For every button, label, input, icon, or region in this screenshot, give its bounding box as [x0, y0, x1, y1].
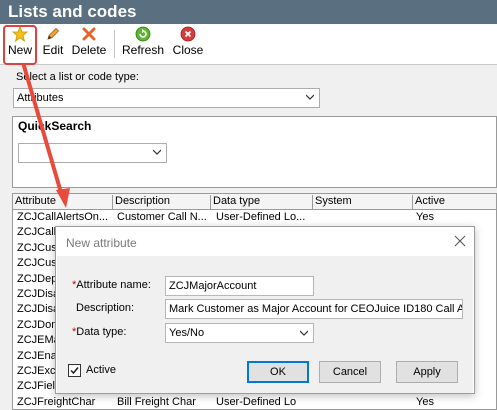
- table-cell: Bill Freight Char: [117, 395, 196, 408]
- column-header-active[interactable]: Active: [413, 195, 496, 209]
- toolbar: New Edit Delete Refresh Close: [0, 24, 497, 65]
- description-label: Description:: [76, 302, 135, 314]
- column-header-description[interactable]: Description: [113, 195, 211, 209]
- ok-button[interactable]: OK: [247, 361, 309, 383]
- description-value: Mark Customer as Major Account for CEOJu…: [169, 303, 463, 315]
- chevron-down-icon: [300, 330, 308, 336]
- attribute-name-label-text: Attribute name:: [76, 279, 151, 291]
- apply-button[interactable]: Apply: [396, 361, 458, 383]
- column-header-data-type[interactable]: Data type: [211, 195, 313, 209]
- edit-label: Edit: [42, 43, 64, 57]
- close-circle-icon: [180, 26, 196, 42]
- delete-button[interactable]: Delete: [70, 26, 108, 62]
- checkmark-icon: [70, 367, 79, 375]
- table-cell: Yes: [416, 211, 434, 223]
- data-type-label: *Data type:: [72, 326, 126, 338]
- new-button-highlight: [3, 25, 37, 65]
- column-header-attribute[interactable]: Attribute: [13, 195, 113, 209]
- chevron-down-icon: [306, 94, 314, 100]
- attribute-name-value: ZCJMajorAccount: [169, 280, 257, 292]
- delete-x-icon: [82, 27, 96, 41]
- list-type-select[interactable]: Attributes: [13, 88, 320, 108]
- table-cell: Customer Call N...: [117, 211, 207, 223]
- table-row[interactable]: ZCJFreightChar Bill Freight Char User-Defi…: [13, 395, 496, 409]
- dialog-body: *Attribute name: ZCJMajorAccount Descrip…: [57, 256, 473, 393]
- chevron-down-icon: [153, 149, 161, 155]
- table-cell: User-Defined Lo: [216, 395, 297, 408]
- table-cell: Yes: [416, 395, 434, 408]
- new-attribute-dialog: New attribute *Attribute name: ZCJMajorA…: [55, 226, 475, 394]
- data-type-select[interactable]: Yes/No: [165, 323, 314, 343]
- window-title: Lists and codes: [8, 2, 137, 21]
- active-checkbox[interactable]: [68, 364, 81, 377]
- close-label: Close: [172, 43, 204, 57]
- close-button[interactable]: Close: [171, 26, 205, 62]
- table-row[interactable]: ZCJCallAlertsOn... Customer Call N... User…: [13, 210, 496, 224]
- column-header-system[interactable]: System: [313, 195, 413, 209]
- toolbar-separator: [114, 30, 115, 58]
- quicksearch-select[interactable]: [18, 143, 167, 163]
- list-type-value: Attributes: [17, 92, 64, 104]
- active-label: Active: [86, 364, 116, 376]
- table-cell: User-Defined Lo...: [216, 211, 306, 223]
- description-field[interactable]: Mark Customer as Major Account for CEOJu…: [165, 299, 463, 319]
- grid-header: Attribute Description Data type System A…: [13, 194, 496, 210]
- dialog-close-icon[interactable]: [452, 233, 468, 249]
- attribute-name-label: *Attribute name:: [72, 279, 151, 291]
- attribute-name-field[interactable]: ZCJMajorAccount: [165, 276, 314, 296]
- refresh-icon: [135, 26, 151, 42]
- table-cell: ZCJFreightChar: [17, 395, 96, 408]
- cancel-button[interactable]: Cancel: [319, 361, 381, 383]
- list-type-label: Select a list or code type:: [16, 71, 139, 83]
- window-titlebar: Lists and codes: [0, 0, 497, 24]
- dialog-title: New attribute: [66, 236, 137, 250]
- data-type-label-text: Data type:: [76, 326, 127, 338]
- delete-label: Delete: [71, 43, 107, 57]
- refresh-button[interactable]: Refresh: [121, 26, 165, 62]
- pencil-icon: [47, 27, 60, 40]
- data-type-value: Yes/No: [169, 327, 205, 339]
- refresh-label: Refresh: [121, 43, 165, 57]
- table-cell: ZCJCallAlertsOn...: [17, 211, 109, 223]
- edit-button[interactable]: Edit: [40, 26, 66, 62]
- quicksearch-title: QuickSearch: [18, 119, 92, 133]
